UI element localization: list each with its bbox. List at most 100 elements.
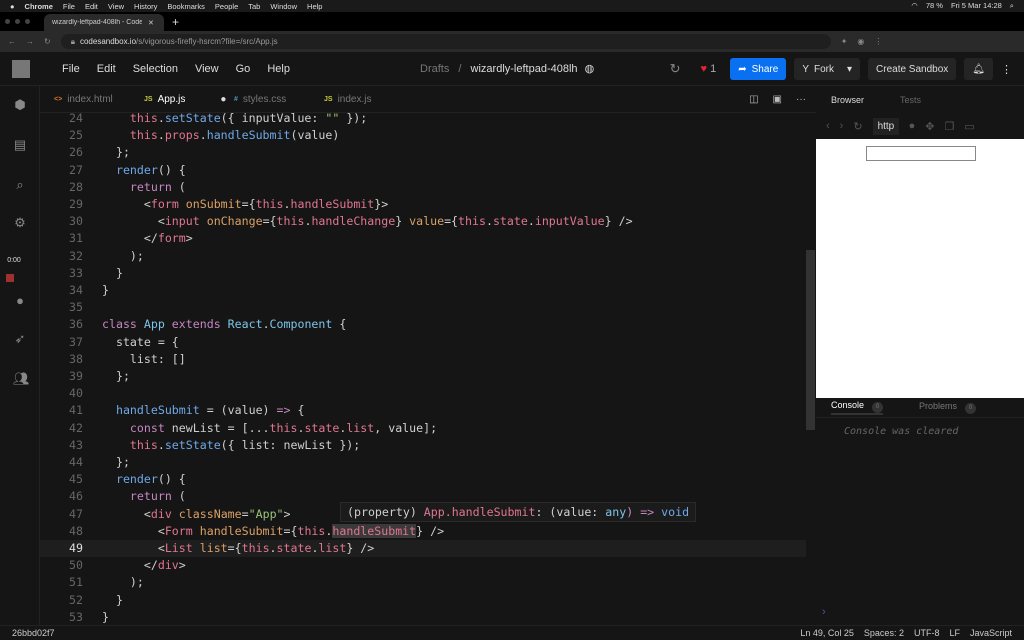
- tab-problems[interactable]: Problems 0: [919, 401, 977, 414]
- share-button[interactable]: ➦ Share: [730, 58, 787, 80]
- code-line[interactable]: 29 <form onSubmit={this.handleSubmit}>: [40, 196, 806, 213]
- menu-file[interactable]: File: [62, 63, 80, 75]
- gear-icon[interactable]: ⚙: [13, 216, 27, 230]
- code-line[interactable]: 45 render() {: [40, 471, 806, 488]
- code-editor[interactable]: 24 this.setState({ inputValue: "" }); 25 …: [40, 113, 816, 625]
- wifi-icon[interactable]: ◠: [911, 1, 918, 11]
- commit-hash[interactable]: 26bbd02f7: [12, 628, 55, 638]
- comment-icon[interactable]: ●: [909, 120, 916, 132]
- forward-icon[interactable]: →: [26, 37, 34, 46]
- cursor-position[interactable]: Ln 49, Col 25: [800, 628, 854, 638]
- more-icon[interactable]: ⋮: [1001, 63, 1012, 76]
- preview-url-input[interactable]: http: [872, 117, 899, 135]
- file-icon[interactable]: ▤: [13, 138, 27, 152]
- console-prompt-icon[interactable]: ›: [822, 606, 826, 618]
- mac-menu-help[interactable]: Help: [307, 2, 322, 11]
- preview-refresh-icon[interactable]: ↻: [853, 120, 862, 133]
- back-icon[interactable]: ←: [8, 37, 16, 46]
- code-line[interactable]: 50 </div>: [40, 557, 806, 574]
- mac-menu-window[interactable]: Window: [270, 2, 297, 11]
- code-line[interactable]: 49 <List list={this.state.list} />: [40, 540, 806, 558]
- mac-menu-tab[interactable]: Tab: [248, 2, 260, 11]
- team-icon[interactable]: 👥︎: [13, 372, 30, 386]
- chevron-down-icon[interactable]: ▾: [847, 64, 852, 75]
- code-line[interactable]: 34}: [40, 282, 806, 299]
- code-line[interactable]: 28 return (: [40, 179, 806, 196]
- spotlight-icon[interactable]: ⌕: [1010, 1, 1014, 11]
- reload-icon[interactable]: ↻: [44, 37, 51, 46]
- devtools-icon[interactable]: ✥: [925, 120, 934, 133]
- code-line[interactable]: 32 );: [40, 248, 806, 265]
- encoding[interactable]: UTF-8: [914, 628, 940, 638]
- code-line[interactable]: 24 this.setState({ inputValue: "" });: [40, 113, 806, 127]
- menu-selection[interactable]: Selection: [133, 63, 178, 75]
- line-ending[interactable]: LF: [949, 628, 960, 638]
- mac-menu-people[interactable]: People: [215, 2, 238, 11]
- code-line[interactable]: 31 </form>: [40, 230, 806, 247]
- mac-menu-file[interactable]: File: [63, 2, 75, 11]
- code-line[interactable]: 36 class App extends React.Component {: [40, 316, 806, 333]
- mac-menu-history[interactable]: History: [134, 2, 157, 11]
- tab-app-js[interactable]: JS App.js ●: [130, 94, 226, 105]
- chrome-menu-icon[interactable]: ⋮: [874, 37, 882, 46]
- new-tab-button[interactable]: +: [172, 15, 179, 29]
- profile-avatar[interactable]: ◉: [857, 37, 864, 46]
- preview-forward-icon[interactable]: ›: [840, 120, 844, 132]
- tab-console[interactable]: Console 0: [831, 400, 884, 415]
- code-line[interactable]: 30 <input onChange={this.handleChange} v…: [40, 213, 806, 230]
- sandbox-name[interactable]: wizardly-leftpad-408lh: [471, 63, 578, 75]
- app-name[interactable]: Chrome: [25, 2, 53, 11]
- menu-go[interactable]: Go: [236, 63, 251, 75]
- record-stop-icon[interactable]: [6, 274, 14, 282]
- code-line[interactable]: 52 }: [40, 592, 806, 609]
- code-line[interactable]: 41 handleSubmit = (value) => {: [40, 402, 806, 419]
- editor-scrollbar[interactable]: [806, 250, 815, 430]
- mac-menu-edit[interactable]: Edit: [85, 2, 98, 11]
- cube-icon[interactable]: ⬢: [13, 98, 27, 112]
- notifications-button[interactable]: 🔔︎: [964, 58, 993, 80]
- refresh-icon[interactable]: ↻: [670, 61, 681, 77]
- menu-view[interactable]: View: [195, 63, 219, 75]
- code-line[interactable]: 42 const newList = [...this.state.list, …: [40, 420, 806, 437]
- code-line[interactable]: 38 list: []: [40, 351, 806, 368]
- copy-icon[interactable]: ❐: [944, 120, 954, 133]
- clock[interactable]: Fri 5 Mar 14:28: [951, 1, 1002, 11]
- code-line[interactable]: 33 }: [40, 265, 806, 282]
- code-line[interactable]: 51 );: [40, 574, 806, 591]
- menu-edit[interactable]: Edit: [97, 63, 116, 75]
- menu-help[interactable]: Help: [267, 63, 290, 75]
- code-line[interactable]: 37 state = {: [40, 334, 806, 351]
- apple-icon[interactable]: ●: [10, 2, 15, 11]
- globe-icon[interactable]: ◍: [585, 63, 595, 75]
- close-icon[interactable]: ✕: [148, 19, 154, 27]
- open-window-icon[interactable]: ▭: [964, 120, 974, 133]
- preview-back-icon[interactable]: ‹: [826, 120, 830, 132]
- more-icon[interactable]: ···: [796, 94, 806, 105]
- rocket-icon[interactable]: ➶: [13, 332, 27, 346]
- browser-tab[interactable]: wizardly-leftpad-408lh - Code ✕: [44, 14, 164, 31]
- tab-tests[interactable]: Tests: [900, 95, 921, 105]
- code-line[interactable]: 39 };: [40, 368, 806, 385]
- like-button[interactable]: ♥ 1: [701, 63, 717, 75]
- chat-icon[interactable]: ●: [13, 294, 27, 308]
- code-line[interactable]: 43 this.setState({ list: newList });: [40, 437, 806, 454]
- tab-browser[interactable]: Browser: [831, 95, 864, 105]
- battery-label[interactable]: 78 %: [926, 1, 943, 11]
- language-mode[interactable]: JavaScript: [970, 628, 1012, 638]
- mac-menu-bookmarks[interactable]: Bookmarks: [167, 2, 205, 11]
- user-avatar[interactable]: [12, 59, 30, 78]
- code-line[interactable]: 44 };: [40, 454, 806, 471]
- indentation[interactable]: Spaces: 2: [864, 628, 904, 638]
- extensions-icon[interactable]: ✦: [841, 37, 848, 46]
- code-line[interactable]: 53}: [40, 609, 806, 625]
- preview-text-input[interactable]: [866, 146, 976, 161]
- search-icon[interactable]: ⌕: [13, 178, 27, 192]
- url-input[interactable]: 🔒︎ codesandbox.io/s/vigorous-firefly-hsr…: [60, 34, 831, 49]
- tab-index-js[interactable]: JS index.js: [310, 94, 400, 105]
- code-line[interactable]: 40: [40, 385, 806, 402]
- tab-index-html[interactable]: <> index.html: [40, 94, 130, 105]
- window-zoom-button[interactable]: [25, 19, 30, 24]
- code-line[interactable]: 48 <Form handleSubmit={this.handleSubmit…: [40, 523, 806, 540]
- code-line[interactable]: 25 this.props.handleSubmit(value): [40, 127, 806, 144]
- code-line[interactable]: 27 render() {: [40, 162, 806, 179]
